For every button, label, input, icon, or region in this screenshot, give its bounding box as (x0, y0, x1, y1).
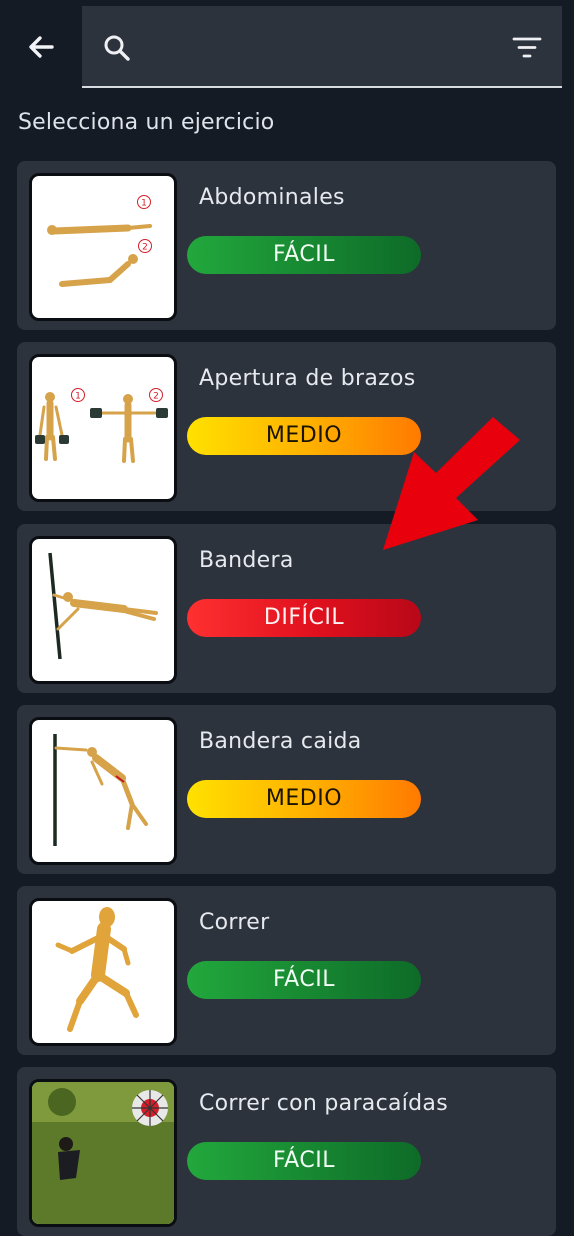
search-icon (104, 35, 130, 61)
search-input[interactable] (144, 26, 488, 72)
exercise-card[interactable]: Bandera caida MEDIO (17, 705, 556, 874)
search-box (82, 6, 562, 88)
svg-text:1: 1 (75, 392, 81, 402)
exercise-thumbnail (29, 1079, 177, 1227)
difficulty-badge: MEDIO (187, 417, 421, 455)
difficulty-badge: FÁCIL (187, 236, 421, 274)
difficulty-badge: FÁCIL (187, 1142, 421, 1180)
svg-text:1: 1 (141, 199, 147, 209)
back-button[interactable] (22, 28, 62, 68)
filter-icon[interactable] (512, 36, 542, 60)
exercise-card[interactable]: 1 2 Apertura de brazos MEDIO (17, 342, 556, 511)
exercise-name: Apertura de brazos (199, 366, 416, 391)
exercise-thumbnail (29, 536, 177, 684)
exercise-thumbnail (29, 898, 177, 1046)
exercise-card[interactable]: 1 2 Abdominales FÁCIL (17, 161, 556, 330)
top-bar (0, 0, 574, 90)
exercise-card[interactable]: Correr FÁCIL (17, 886, 556, 1055)
exercise-name: Abdominales (199, 185, 345, 210)
svg-text:2: 2 (142, 243, 148, 253)
exercise-card[interactable]: Bandera DIFÍCIL (17, 524, 556, 693)
difficulty-badge: MEDIO (187, 780, 421, 818)
exercise-name: Correr (199, 910, 270, 935)
exercise-card[interactable]: Correr con paracaídas FÁCIL (17, 1067, 556, 1236)
exercise-name: Bandera (199, 548, 294, 573)
difficulty-badge: FÁCIL (187, 961, 421, 999)
exercise-name: Correr con paracaídas (199, 1091, 448, 1116)
exercise-thumbnail: 1 2 (29, 173, 177, 321)
page-heading: Selecciona un ejercicio (18, 110, 275, 135)
difficulty-badge: DIFÍCIL (187, 599, 421, 637)
exercise-thumbnail (29, 717, 177, 865)
exercise-name: Bandera caida (199, 729, 362, 754)
svg-text:2: 2 (153, 392, 159, 402)
arrow-left-icon (29, 36, 54, 58)
exercise-thumbnail: 1 2 (29, 354, 177, 502)
